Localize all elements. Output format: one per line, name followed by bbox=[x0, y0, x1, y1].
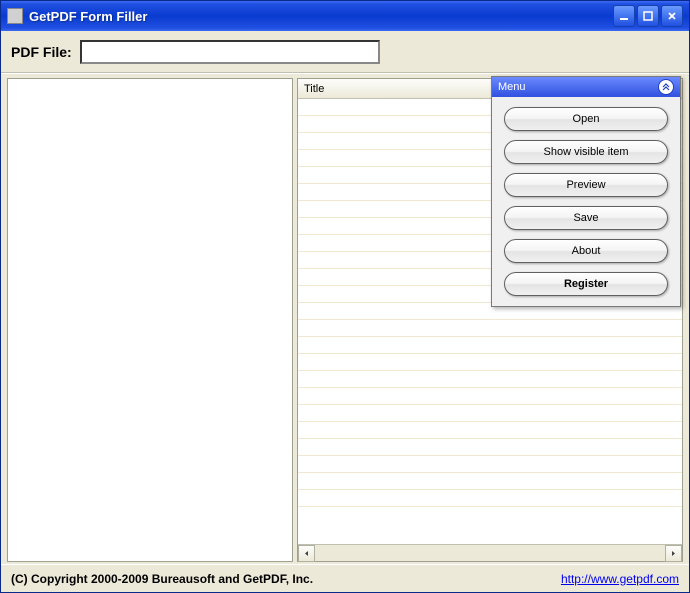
grid-row bbox=[298, 473, 682, 490]
titlebar: GetPDF Form Filler bbox=[1, 1, 689, 31]
save-button[interactable]: Save bbox=[504, 206, 668, 230]
pdf-file-label: PDF File: bbox=[11, 44, 72, 60]
menu-body: Open Show visible item Preview Save Abou… bbox=[492, 97, 680, 306]
app-icon bbox=[7, 8, 23, 24]
grid-row bbox=[298, 337, 682, 354]
grid-row bbox=[298, 320, 682, 337]
grid-row bbox=[298, 422, 682, 439]
about-button[interactable]: About bbox=[504, 239, 668, 263]
grid-col-title: Title bbox=[304, 83, 324, 95]
pdf-file-input[interactable] bbox=[80, 40, 380, 64]
left-tree-panel[interactable] bbox=[7, 78, 293, 562]
window-title: GetPDF Form Filler bbox=[29, 9, 613, 24]
register-button[interactable]: Register bbox=[504, 272, 668, 296]
horizontal-scrollbar[interactable] bbox=[298, 544, 682, 561]
maximize-button[interactable] bbox=[637, 5, 659, 27]
grid-row bbox=[298, 388, 682, 405]
show-visible-item-button[interactable]: Show visible item bbox=[504, 140, 668, 164]
scroll-right-button[interactable] bbox=[665, 545, 682, 562]
statusbar: (C) Copyright 2000-2009 Bureausoft and G… bbox=[1, 564, 689, 592]
menu-header-label: Menu bbox=[498, 81, 526, 93]
preview-button[interactable]: Preview bbox=[504, 173, 668, 197]
app-window: GetPDF Form Filler PDF File: Title bbox=[0, 0, 690, 593]
grid-row bbox=[298, 354, 682, 371]
grid-row bbox=[298, 490, 682, 507]
chevron-up-icon bbox=[661, 81, 671, 93]
scroll-track[interactable] bbox=[315, 545, 665, 561]
menu-popup-header: Menu bbox=[492, 77, 680, 97]
scroll-left-button[interactable] bbox=[298, 545, 315, 562]
toolbar: PDF File: bbox=[1, 31, 689, 73]
website-link[interactable]: http://www.getpdf.com bbox=[561, 572, 679, 586]
window-controls bbox=[613, 5, 683, 27]
minimize-button[interactable] bbox=[613, 5, 635, 27]
copyright-text: (C) Copyright 2000-2009 Bureausoft and G… bbox=[11, 572, 561, 586]
menu-popup: Menu Open Show visible item Preview Save… bbox=[491, 76, 681, 307]
close-button[interactable] bbox=[661, 5, 683, 27]
content-area: Title bbox=[1, 73, 689, 564]
grid-row bbox=[298, 405, 682, 422]
grid-row bbox=[298, 371, 682, 388]
open-button[interactable]: Open bbox=[504, 107, 668, 131]
grid-row bbox=[298, 439, 682, 456]
menu-collapse-button[interactable] bbox=[658, 79, 674, 95]
grid-row bbox=[298, 456, 682, 473]
